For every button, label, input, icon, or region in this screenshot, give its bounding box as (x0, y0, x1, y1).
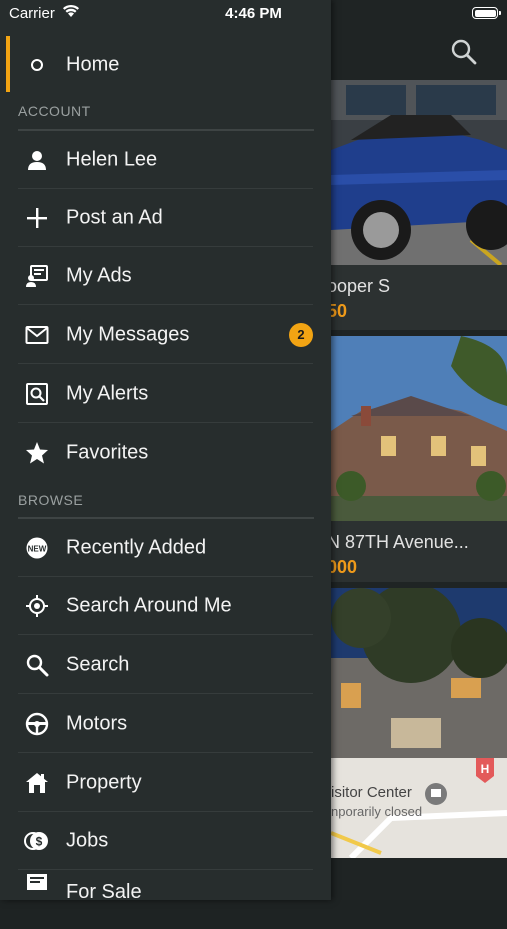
for-sale-icon (24, 870, 50, 896)
svg-text:$: $ (36, 835, 43, 849)
menu-item-label: Post an Ad (66, 206, 163, 229)
steering-wheel-icon (24, 711, 50, 737)
menu-item-label: Favorites (66, 441, 149, 464)
svg-text:NEW: NEW (28, 545, 47, 554)
listing-price: 000 (331, 557, 358, 577)
menu-item-label: Property (66, 771, 142, 794)
star-icon (24, 440, 50, 466)
user-icon (24, 147, 50, 173)
listings-feed[interactable]: ooper S 50 N 87TH Avenue... 000 H isitor… (331, 0, 507, 900)
map-place-status: nporarily closed (331, 804, 423, 819)
menu-item-label: Jobs (66, 829, 109, 852)
navigation-drawer[interactable]: Home ACCOUNT Helen Lee Post an Ad My Ads… (0, 0, 331, 903)
menu-item-label: Search (66, 653, 130, 676)
listing-card[interactable]: ooper S 50 (331, 80, 507, 330)
listing-title: ooper S (331, 276, 391, 296)
listing-price: 50 (331, 301, 348, 321)
section-header-browse: BROWSE (18, 492, 84, 508)
search-icon[interactable] (451, 39, 477, 70)
menu-item-search[interactable]: Search (0, 636, 331, 694)
menu-item-label: My Ads (66, 264, 132, 287)
menu-item-property[interactable]: Property (0, 754, 331, 812)
mail-icon (24, 322, 50, 348)
menu-item-motors[interactable]: Motors (0, 695, 331, 753)
plus-icon (24, 205, 50, 231)
listing-photo-building (331, 588, 507, 758)
listing-photo-house (331, 336, 507, 521)
location-target-icon (24, 593, 50, 619)
menu-item-label: Home (66, 53, 120, 76)
menu-item-my-ads[interactable]: My Ads (0, 247, 331, 305)
menu-item-label: Helen Lee (66, 148, 158, 171)
clock: 4:46 PM (225, 5, 282, 22)
menu-item-home[interactable]: Home (0, 36, 331, 94)
map-place-label: isitor Center (331, 784, 412, 801)
new-tag-icon: NEW (24, 535, 50, 561)
menu-item-post-ad[interactable]: Post an Ad (0, 189, 331, 247)
alert-search-icon (24, 381, 50, 407)
menu-item-jobs[interactable]: $ Jobs (0, 812, 331, 870)
menu-item-label: My Alerts (66, 382, 149, 405)
listing-title: N 87TH Avenue... (331, 532, 469, 552)
listing-photo-car (331, 80, 507, 265)
active-indicator (6, 36, 10, 92)
menu-item-label: For Sale (66, 881, 142, 903)
menu-item-alerts[interactable]: My Alerts (0, 365, 331, 423)
search-icon (24, 652, 50, 678)
menu-item-label: Recently Added (66, 536, 207, 559)
menu-item-messages[interactable]: My Messages 2 (0, 306, 331, 364)
menu-item-label: Motors (66, 712, 128, 735)
circle-icon (24, 52, 50, 78)
menu-item-for-sale[interactable]: For Sale (0, 871, 331, 929)
listing-card[interactable]: H isitor Center nporarily closed (331, 588, 507, 858)
listing-card[interactable]: N 87TH Avenue... 000 (331, 336, 507, 582)
menu-item-label: Search Around Me (66, 594, 232, 617)
menu-item-recently-added[interactable]: NEW Recently Added (0, 519, 331, 577)
coins-icon: $ (24, 828, 50, 854)
house-icon (24, 770, 50, 796)
svg-text:H: H (481, 762, 490, 776)
menu-item-favorites[interactable]: Favorites (0, 424, 331, 482)
status-bar: Carrier 4:46 PM (0, 0, 507, 28)
battery-icon (472, 7, 501, 19)
unread-count-badge: 2 (289, 323, 313, 347)
ads-icon (24, 263, 50, 289)
section-header-account: ACCOUNT (18, 103, 91, 119)
menu-item-profile[interactable]: Helen Lee (0, 131, 331, 189)
menu-item-label: My Messages (66, 323, 190, 346)
menu-item-search-around-me[interactable]: Search Around Me (0, 577, 331, 635)
